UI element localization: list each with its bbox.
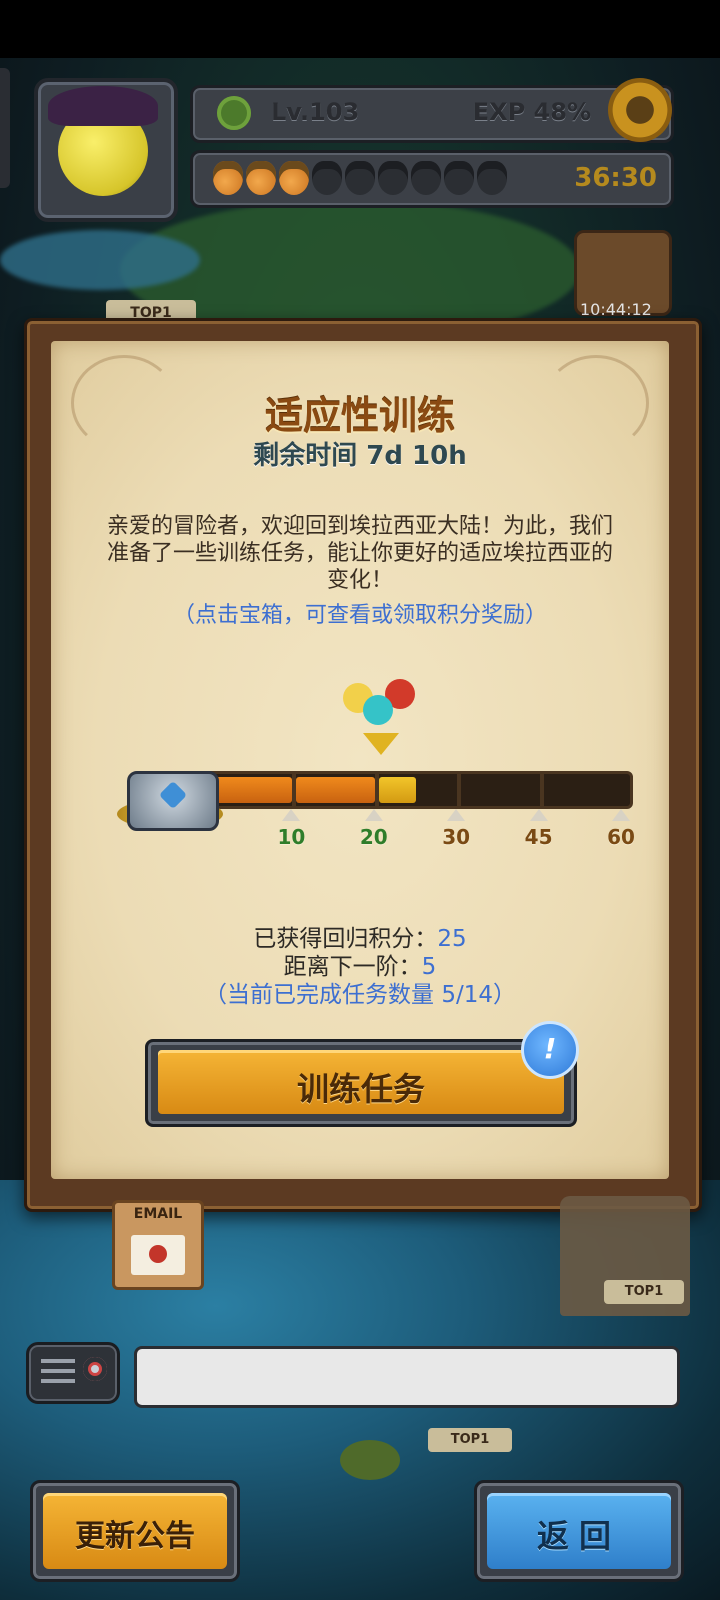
- progress-fill: [296, 777, 375, 803]
- progress-track: [169, 771, 633, 809]
- exp-text: EXP 48%: [472, 98, 591, 126]
- acorn-row: [213, 161, 507, 195]
- map-island: [340, 1440, 400, 1480]
- back-button[interactable]: 返回: [474, 1480, 684, 1582]
- progress-divider: [457, 774, 462, 806]
- chat-input[interactable]: [134, 1346, 680, 1408]
- points-value: 25: [437, 926, 467, 952]
- clover-icon: [217, 96, 251, 130]
- dialog-parchment: 适应性训练 剩余时间 7d 10h 亲爱的冒险者，欢迎回到埃拉西亚大陆！为此，我…: [51, 341, 669, 1179]
- acorn-icon: [345, 161, 375, 195]
- chest-timer: 10:44:12: [580, 300, 652, 319]
- reward-chest-icon[interactable]: [117, 745, 227, 835]
- training-dialog: 适应性训练 剩余时间 7d 10h 亲爱的冒险者，欢迎回到埃拉西亚大陆！为此，我…: [24, 318, 702, 1212]
- acorn-icon: [411, 161, 441, 195]
- remaining-time: 剩余时间 7d 10h: [253, 441, 467, 471]
- milestone-marker-icon: [447, 809, 466, 821]
- stamina-timer: 36:30: [574, 163, 657, 193]
- milestone-marker-icon: [529, 809, 548, 821]
- milestone-marker-icon: [364, 809, 383, 821]
- acorn-icon: [213, 161, 243, 195]
- mail-label: EMAIL: [133, 1206, 183, 1222]
- level-text: Lv.103: [271, 98, 360, 126]
- progress-fill: [378, 777, 416, 803]
- dialog-title: 适应性训练: [264, 394, 455, 438]
- back-face: 返回: [487, 1493, 671, 1569]
- gear-icon[interactable]: [608, 78, 672, 142]
- chat-icon[interactable]: [26, 1342, 120, 1404]
- milestone-60: 60: [596, 809, 646, 849]
- milestone-marker-icon: [612, 809, 630, 821]
- side-handle[interactable]: [0, 68, 10, 188]
- points-stats: 已获得回归积分：25 距离下一阶：5 （当前已完成任务数量 5/14）: [51, 925, 669, 1009]
- acorn-icon: [246, 161, 276, 195]
- player-avatar[interactable]: [34, 78, 178, 222]
- mail-icon[interactable]: EMAIL: [112, 1200, 204, 1290]
- next-label: 距离下一阶：: [283, 954, 422, 980]
- avatar-hat: [48, 86, 158, 126]
- update-notice-button[interactable]: 更新公告: [30, 1480, 240, 1582]
- acorn-icon: [477, 161, 507, 195]
- training-tasks-button-face: 训练任务: [158, 1050, 564, 1114]
- milestone-20: 20: [349, 809, 399, 849]
- training-tasks-label: 训练任务: [296, 1070, 425, 1108]
- progress-divider: [374, 774, 379, 806]
- milestone-label: 60: [607, 825, 635, 849]
- top1-tag-3: TOP1: [428, 1428, 512, 1452]
- progress-divider: [539, 774, 544, 806]
- mail-seal: [149, 1245, 167, 1263]
- milestone-45: 45: [514, 809, 564, 849]
- milestone-marker-icon: [282, 809, 301, 821]
- progress-marker-icon: [363, 733, 399, 755]
- level-bar: Lv.103 EXP 48%: [190, 85, 674, 143]
- milestone-30: 30: [431, 809, 481, 849]
- milestone-label: 10: [277, 825, 306, 849]
- dialog-description: 亲爱的冒险者，欢迎回到埃拉西亚大陆！为此，我们准备了一些训练任务，能让你更好的适…: [106, 514, 613, 593]
- top1-tag-2: TOP1: [604, 1280, 684, 1304]
- chat-lines: [41, 1359, 75, 1383]
- status-bar: [0, 0, 720, 58]
- progress-divider: [292, 774, 297, 806]
- hero-cyan-icon: [363, 695, 393, 725]
- points-label: 已获得回归积分：: [253, 926, 438, 952]
- dialog-hint: （点击宝箱，可查看或领取积分奖励）: [172, 603, 547, 628]
- back-label: 返回: [536, 1517, 621, 1555]
- chat-dot: [83, 1357, 107, 1381]
- alert-badge-icon: !: [521, 1021, 579, 1079]
- stamina-bar: 36:30: [190, 150, 674, 208]
- milestone-label: 45: [524, 825, 553, 849]
- update-notice-face: 更新公告: [43, 1493, 227, 1569]
- update-notice-label: 更新公告: [75, 1519, 195, 1554]
- training-tasks-button[interactable]: 训练任务: [145, 1039, 577, 1127]
- hero-group-icon: [341, 679, 421, 731]
- milestone-label: 30: [442, 825, 471, 849]
- acorn-icon: [378, 161, 408, 195]
- acorn-icon: [279, 161, 309, 195]
- acorn-icon: [312, 161, 342, 195]
- next-value: 5: [421, 954, 437, 980]
- map-river: [0, 230, 200, 290]
- milestone-10: 10: [266, 809, 316, 849]
- milestone-label: 20: [359, 825, 388, 849]
- acorn-icon: [444, 161, 474, 195]
- tasks-note: （当前已完成任务数量 5/14）: [204, 982, 516, 1008]
